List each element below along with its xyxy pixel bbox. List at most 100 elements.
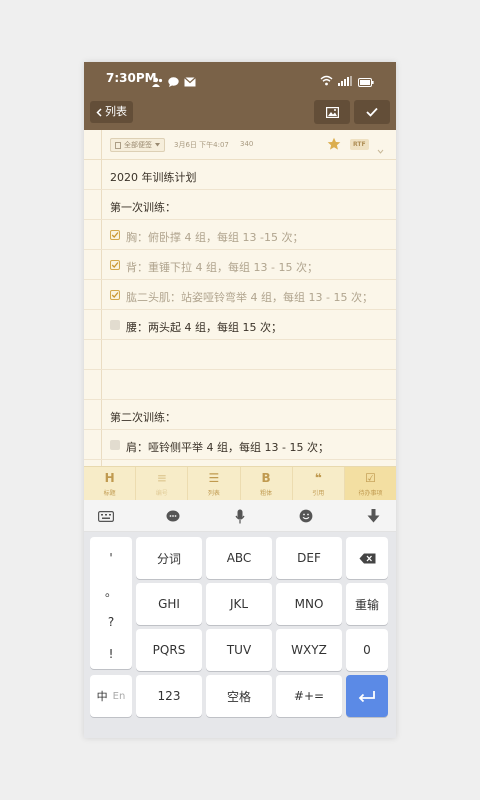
- dropdown-icon: [155, 143, 160, 147]
- zero-key[interactable]: 0: [346, 629, 388, 671]
- number-key[interactable]: 123: [136, 675, 202, 717]
- line-text: 第一次训练：: [110, 201, 176, 214]
- todo-checkbox[interactable]: [110, 440, 120, 450]
- key-split[interactable]: 分词: [136, 537, 202, 579]
- blank-line[interactable]: [84, 370, 396, 400]
- todo-checkbox[interactable]: [110, 260, 120, 270]
- enter-key[interactable]: [346, 675, 388, 717]
- key-ghi[interactable]: GHI: [136, 583, 202, 625]
- tag-label: 全部便签: [124, 141, 152, 149]
- line-text: 背：重锤下拉 4 组，每组 13 - 15 次；: [126, 261, 318, 274]
- line-text: 胸：俯卧撑 4 组，每组 13 -15 次；: [126, 231, 304, 244]
- todo-checkbox[interactable]: [110, 320, 120, 330]
- toolbar-quote-button[interactable]: ❝ 引用: [293, 467, 345, 500]
- punctuation-column[interactable]: ' 。 ? !: [90, 537, 132, 669]
- line-text: 2020 年训练计划: [110, 171, 197, 184]
- lang-en-label: En: [112, 690, 126, 702]
- punct-key[interactable]: 。: [90, 583, 132, 600]
- format-toolbar: H 标题 ≡ 编号 ☰ 列表 B 粗体 ❝ 引用 ☑ 待办事项: [84, 466, 396, 500]
- key-pqrs[interactable]: PQRS: [136, 629, 202, 671]
- chevron-left-icon: [96, 107, 102, 117]
- space-key[interactable]: 空格: [206, 675, 272, 717]
- toolbar-label: 待办事项: [358, 490, 383, 497]
- chat-icon: [168, 72, 179, 91]
- enter-icon: [358, 691, 375, 702]
- toolbar-label: 编号: [155, 490, 168, 497]
- char-count: 340: [240, 140, 254, 148]
- symbols-key[interactable]: #+=: [276, 675, 342, 717]
- todo-item[interactable]: 背：重锤下拉 4 组，每组 13 - 15 次；: [84, 250, 396, 280]
- numbered-list-icon: ≡: [156, 471, 167, 485]
- quote-icon: ❝: [314, 471, 322, 485]
- toolbar-todo-button[interactable]: ☑ 待办事项: [344, 467, 396, 500]
- insert-image-button[interactable]: [314, 100, 350, 124]
- punct-key[interactable]: !: [90, 647, 132, 661]
- key-wxyz[interactable]: WXYZ: [276, 629, 342, 671]
- backspace-key[interactable]: [346, 537, 388, 579]
- toolbar-label: 粗体: [260, 490, 273, 497]
- battery-icon: [358, 72, 374, 91]
- contacts-icon: [152, 72, 163, 91]
- toolbar-label: 引用: [312, 490, 325, 497]
- toolbar-numbered-list-button[interactable]: ≡ 编号: [136, 467, 189, 500]
- keyboard-icon[interactable]: [97, 508, 115, 524]
- image-icon: [325, 106, 339, 118]
- mail-icon: [184, 72, 196, 91]
- todo-item[interactable]: 腰：两头起 4 组，每组 15 次；: [84, 310, 396, 340]
- phone-screen: 7:30PM 列表 全部便签 3月6日 下午4:07 340 RTF 2020 …: [84, 62, 396, 738]
- done-button[interactable]: [354, 100, 390, 124]
- text-line[interactable]: 2020 年训练计划: [84, 160, 396, 190]
- reinput-key[interactable]: 重输: [346, 583, 388, 625]
- back-label: 列表: [105, 105, 127, 118]
- note-icon: [115, 141, 121, 149]
- emoji-chat-icon[interactable]: [164, 508, 182, 524]
- status-bar: 7:30PM: [84, 62, 396, 94]
- punct-key[interactable]: ': [90, 551, 132, 565]
- line-text: 第二次训练：: [110, 411, 176, 424]
- bullet-list-icon: ☰: [208, 471, 220, 485]
- note-editor[interactable]: 全部便签 3月6日 下午4:07 340 RTF 2020 年训练计划 第一次训练…: [84, 130, 396, 490]
- keyboard-toolbar: [84, 500, 396, 532]
- todo-item[interactable]: 肱二头肌：站姿哑铃弯举 4 组，每组 13 - 15 次；: [84, 280, 396, 310]
- line-text: 肩：哑铃侧平举 4 组，每组 13 - 15 次；: [126, 441, 329, 454]
- toolbar-bold-button[interactable]: B 粗体: [241, 467, 293, 500]
- line-text: 腰：两头起 4 组，每组 15 次；: [126, 321, 282, 334]
- lang-cn-label: 中: [96, 690, 108, 703]
- nav-bar: 列表: [84, 94, 396, 130]
- tag-selector[interactable]: 全部便签: [110, 138, 165, 152]
- text-line[interactable]: 第二次训练：: [84, 400, 396, 430]
- note-date: 3月6日 下午4:07: [174, 141, 229, 149]
- backspace-icon: [359, 553, 375, 563]
- wifi-icon: [320, 71, 333, 90]
- key-abc[interactable]: ABC: [206, 537, 272, 579]
- line-text: 肱二头肌：站姿哑铃弯举 4 组，每组 13 - 15 次；: [126, 291, 373, 304]
- microphone-icon[interactable]: [231, 508, 249, 524]
- heading-icon: H: [104, 471, 115, 485]
- hide-keyboard-icon[interactable]: [364, 508, 382, 524]
- keyboard: ' 。 ? ! 分词 ABC DEF GHI JKL MNO 重输 PQRS T…: [84, 532, 396, 738]
- blank-line[interactable]: [84, 340, 396, 370]
- toolbar-bullet-list-button[interactable]: ☰ 列表: [188, 467, 241, 500]
- punct-key[interactable]: ?: [90, 615, 132, 629]
- toolbar-heading-button[interactable]: H 标题: [84, 467, 137, 500]
- chevron-down-icon[interactable]: [377, 139, 384, 158]
- key-jkl[interactable]: JKL: [206, 583, 272, 625]
- language-switch-key[interactable]: 中 En: [90, 675, 132, 717]
- key-mno[interactable]: MNO: [276, 583, 342, 625]
- todo-item[interactable]: 胸：俯卧撑 4 组，每组 13 -15 次；: [84, 220, 396, 250]
- key-def[interactable]: DEF: [276, 537, 342, 579]
- status-time: 7:30PM: [106, 71, 157, 85]
- todo-checkbox[interactable]: [110, 290, 120, 300]
- note-meta-bar: 全部便签 3月6日 下午4:07 340 RTF: [84, 130, 396, 160]
- emoji-icon[interactable]: [297, 508, 315, 524]
- rtf-badge[interactable]: RTF: [350, 139, 369, 150]
- key-tuv[interactable]: TUV: [206, 629, 272, 671]
- todo-icon: ☑: [365, 471, 376, 485]
- text-line[interactable]: 第一次训练：: [84, 190, 396, 220]
- toolbar-label: 列表: [207, 490, 220, 497]
- todo-checkbox[interactable]: [110, 230, 120, 240]
- signal-icon: [338, 71, 352, 90]
- star-icon[interactable]: [327, 136, 341, 155]
- back-to-list-button[interactable]: 列表: [90, 101, 133, 123]
- todo-item[interactable]: 肩：哑铃侧平举 4 组，每组 13 - 15 次；: [84, 430, 396, 460]
